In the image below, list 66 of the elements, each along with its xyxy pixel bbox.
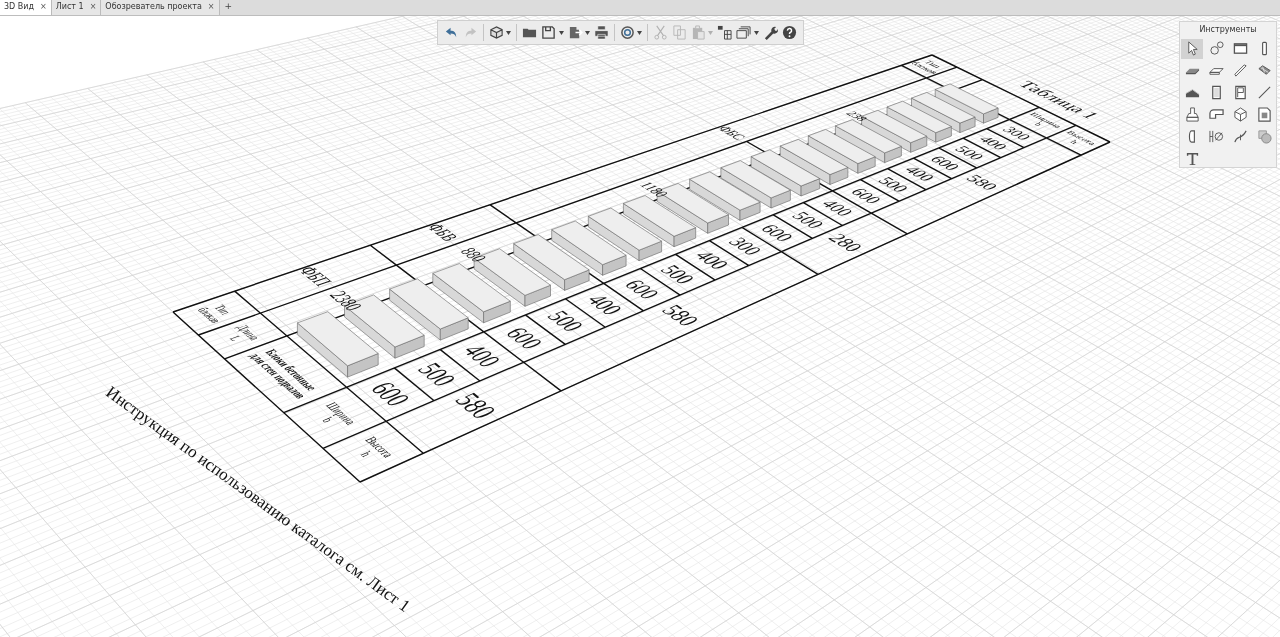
caret-icon <box>506 30 512 35</box>
height-value: 580 <box>961 172 1002 193</box>
length-value: 238 <box>842 109 872 123</box>
scissors-icon <box>653 25 668 40</box>
hatch-icon <box>1256 129 1272 144</box>
text-tool-icon <box>1184 151 1200 166</box>
picture-frame-icon <box>1256 107 1272 122</box>
header-label: Ширина b <box>319 400 360 427</box>
length-value: 1180 <box>635 179 673 199</box>
grid-layout-icon <box>717 25 733 40</box>
concrete-block <box>779 139 849 185</box>
cube-icon <box>489 25 504 40</box>
shapes-icon <box>1208 41 1224 56</box>
header-label: Тип блоков <box>195 303 235 325</box>
window-icon <box>1232 85 1248 100</box>
concrete-block <box>886 100 952 143</box>
caret-icon <box>558 30 564 35</box>
roof-tiles-icon <box>1256 63 1272 78</box>
concrete-block <box>934 83 999 124</box>
block-type-label: ФБС <box>714 124 749 142</box>
help-icon <box>781 25 797 40</box>
length-value: 880 <box>455 245 492 265</box>
spline-icon <box>1232 129 1248 144</box>
panel-title: Инструменты <box>1199 24 1257 37</box>
tab[interactable]: 3D Вид × <box>0 0 52 15</box>
header-label: Высота h <box>357 434 398 460</box>
line-icon <box>1256 85 1272 100</box>
width-value: 300 <box>999 125 1035 142</box>
add-tab-button[interactable]: + <box>219 0 238 15</box>
close-tab-button[interactable]: × <box>40 1 47 13</box>
beam-icon <box>1232 63 1248 78</box>
tab[interactable]: Лист 1 × <box>51 0 102 15</box>
header-label: Тип блоков <box>908 59 945 76</box>
concrete-block <box>835 119 902 163</box>
clipboard-icon <box>691 25 706 40</box>
stacked-views-icon <box>736 25 752 40</box>
caret-icon <box>753 30 759 35</box>
concrete-block <box>750 149 820 197</box>
height-value: 280 <box>823 231 868 255</box>
printer-icon <box>593 25 609 40</box>
tool-button[interactable] <box>1181 38 1203 59</box>
pipe-icon <box>1208 107 1224 122</box>
block-type-label: ФБВ <box>423 221 463 243</box>
block-type-label: ФБП <box>293 263 338 289</box>
concrete-block <box>808 129 876 174</box>
rectangle-icon <box>1232 41 1248 56</box>
caret-icon <box>637 30 642 35</box>
length-value: 2380 <box>324 288 368 314</box>
tab[interactable]: Обозреватель проекта × <box>101 0 220 15</box>
concrete-block <box>911 92 976 133</box>
caret-icon <box>584 30 590 35</box>
export-icon <box>567 25 583 40</box>
header-label: Длина L <box>227 323 264 343</box>
close-tab-button[interactable]: × <box>207 1 215 13</box>
dimension-icon <box>1208 129 1224 144</box>
caret-icon <box>708 30 714 35</box>
rotate-view-icon <box>619 25 635 40</box>
concrete-block <box>720 160 791 209</box>
concrete-block <box>689 171 761 221</box>
polyhedron-icon <box>1232 107 1248 122</box>
copy-icon <box>672 25 687 40</box>
height-value: 580 <box>655 301 706 330</box>
height-value: 580 <box>447 388 505 423</box>
wrench-icon <box>762 25 778 40</box>
stamp-icon <box>1184 107 1200 122</box>
close-tab-button[interactable]: × <box>89 1 97 13</box>
